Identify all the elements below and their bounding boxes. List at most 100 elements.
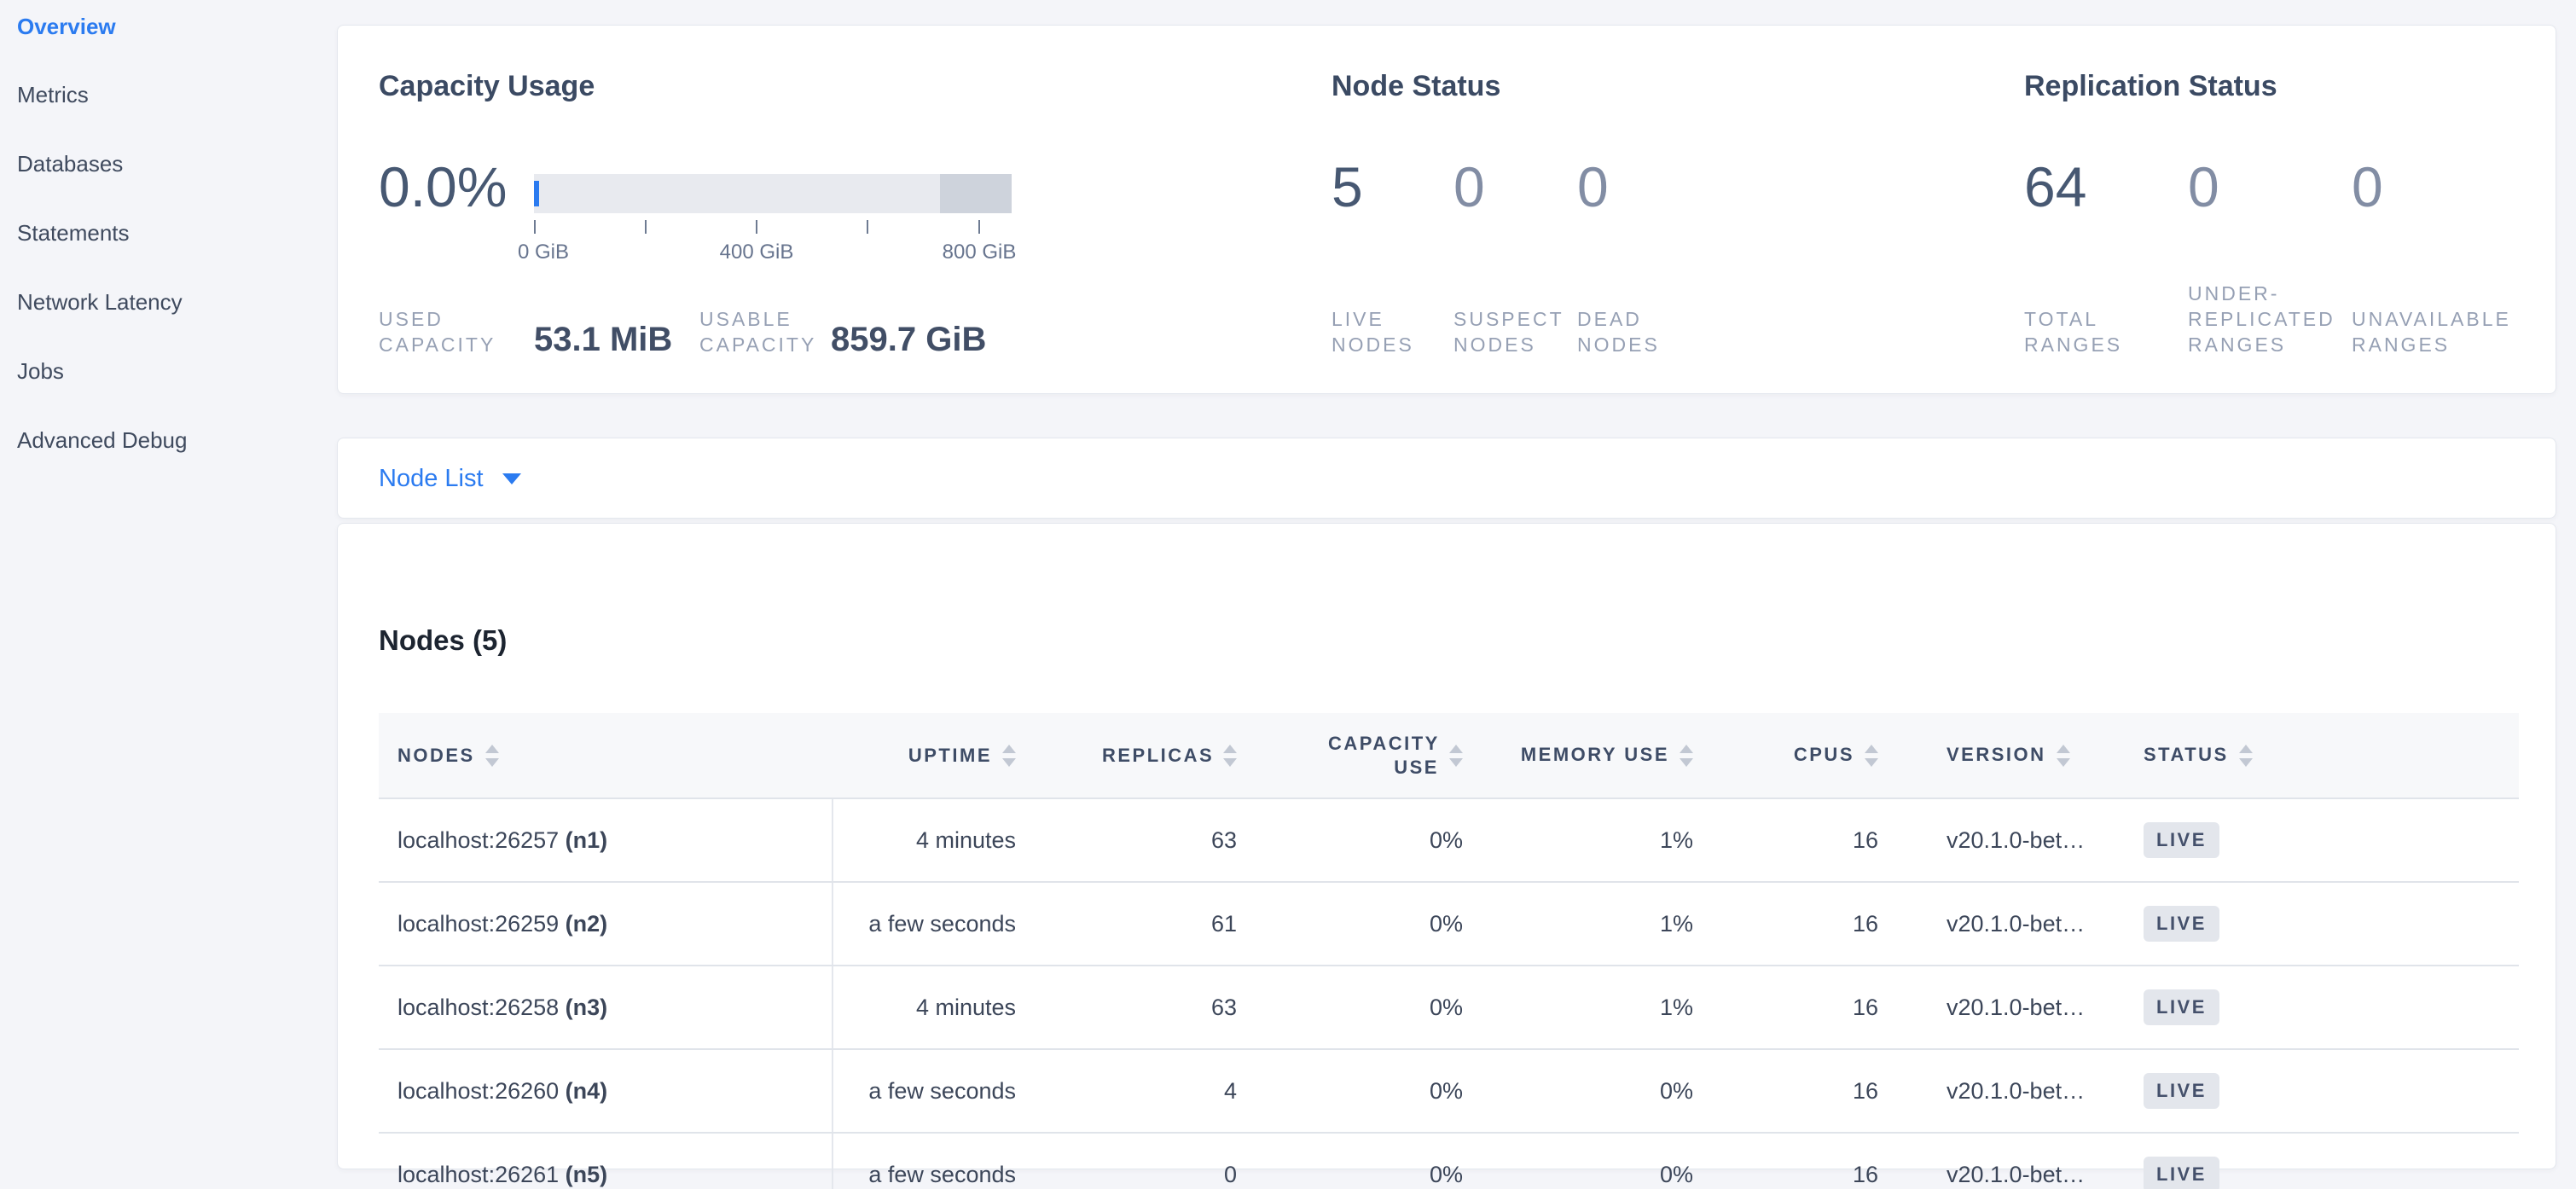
node-address: localhost:26260 xyxy=(397,1078,559,1104)
axis-tick xyxy=(978,220,980,234)
sidebar-item-jobs[interactable]: Jobs xyxy=(17,358,64,385)
unavailable-ranges-count: 0 xyxy=(2352,159,2383,215)
column-header-status[interactable]: STATUS xyxy=(2104,713,2300,798)
sidebar-item-databases[interactable]: Databases xyxy=(17,151,123,177)
axis-tick xyxy=(867,220,868,234)
node-address-cell: localhost:26258 (n3) xyxy=(379,966,833,1049)
live-nodes-label: LIVE NODES xyxy=(1332,306,1453,357)
column-label: VERSION xyxy=(1947,744,2046,765)
table-header-row: NODES UPTIME REPLICAS CAPACITY USE MEMOR… xyxy=(379,713,2519,798)
table-row[interactable]: localhost:26258 (n3) 4 minutes 63 0% 1% … xyxy=(379,966,2519,1049)
suspect-nodes-label: SUSPECT NODES xyxy=(1453,306,1577,357)
capacity-usage-title: Capacity Usage xyxy=(379,70,595,103)
used-capacity-label: USED CAPACITY xyxy=(379,306,528,357)
sort-icon[interactable] xyxy=(1449,745,1463,767)
replicas-cell: 63 xyxy=(1016,798,1237,882)
node-address: localhost:26258 xyxy=(397,995,559,1020)
node-address-cell: localhost:26259 (n2) xyxy=(379,882,833,966)
view-selector-label: Node List xyxy=(379,465,484,493)
node-status-title: Node Status xyxy=(1332,70,1500,103)
axis-label-800: 800 GiB xyxy=(943,241,1017,264)
status-badge: LIVE xyxy=(2144,1073,2219,1109)
column-label: NODES xyxy=(397,744,475,768)
capacity-use-cell: 0% xyxy=(1237,966,1463,1049)
node-id: (n2) xyxy=(566,911,608,937)
column-label: CPUS xyxy=(1794,744,1854,765)
column-label: CAPACITY USE xyxy=(1328,732,1439,780)
uptime-cell: a few seconds xyxy=(833,1049,1016,1133)
view-selector-dropdown[interactable]: Node List xyxy=(379,438,521,519)
nodes-table: NODES UPTIME REPLICAS CAPACITY USE MEMOR… xyxy=(379,713,2519,1189)
axis-tick xyxy=(756,220,757,234)
axis-label-400: 400 GiB xyxy=(720,241,794,264)
uptime-cell: a few seconds xyxy=(833,1133,1016,1189)
sidebar-item-advanced-debug[interactable]: Advanced Debug xyxy=(17,427,187,454)
total-ranges-label: TOTAL RANGES xyxy=(2024,306,2144,357)
filler-cell xyxy=(2300,798,2519,882)
version-cell: v20.1.0-bet… xyxy=(1878,1133,2104,1189)
axis-tick xyxy=(645,220,647,234)
uptime-cell: 4 minutes xyxy=(833,798,1016,882)
replicas-cell: 61 xyxy=(1016,882,1237,966)
suspect-nodes-count: 0 xyxy=(1453,159,1485,215)
capacity-gauge-dark-segment xyxy=(940,174,1012,213)
node-address-cell: localhost:26260 (n4) xyxy=(379,1049,833,1133)
column-label: UPTIME xyxy=(908,744,992,768)
live-nodes-count: 5 xyxy=(1332,159,1363,215)
capacity-use-cell: 0% xyxy=(1237,1133,1463,1189)
status-badge: LIVE xyxy=(2144,906,2219,942)
chevron-down-icon xyxy=(502,473,521,484)
sort-icon[interactable] xyxy=(2239,745,2253,767)
under-replicated-ranges-label: UNDER-REPLICATED RANGES xyxy=(2188,281,2340,357)
table-row[interactable]: localhost:26259 (n2) a few seconds 61 0%… xyxy=(379,882,2519,966)
sidebar-item-metrics[interactable]: Metrics xyxy=(17,82,89,108)
filler-cell xyxy=(2300,1133,2519,1189)
uptime-cell: a few seconds xyxy=(833,882,1016,966)
sidebar-item-overview[interactable]: Overview xyxy=(17,14,116,40)
total-ranges-count: 64 xyxy=(2024,159,2086,215)
column-header-cpus[interactable]: CPUS xyxy=(1693,713,1878,798)
column-header-replicas[interactable]: REPLICAS xyxy=(1016,713,1237,798)
sort-icon[interactable] xyxy=(485,745,499,767)
dead-nodes-label: DEAD NODES xyxy=(1577,306,1688,357)
memory-use-cell: 0% xyxy=(1463,1133,1693,1189)
node-id: (n4) xyxy=(566,1078,608,1104)
filler-cell xyxy=(2300,882,2519,966)
sort-icon[interactable] xyxy=(1002,745,1016,767)
capacity-gauge-used-marker xyxy=(534,181,539,206)
sidebar-item-statements[interactable]: Statements xyxy=(17,220,130,246)
memory-use-cell: 1% xyxy=(1463,882,1693,966)
replicas-cell: 0 xyxy=(1016,1133,1237,1189)
column-label: REPLICAS xyxy=(1102,744,1213,768)
status-cell: LIVE xyxy=(2104,798,2300,882)
memory-use-cell: 1% xyxy=(1463,966,1693,1049)
table-row[interactable]: localhost:26260 (n4) a few seconds 4 0% … xyxy=(379,1049,2519,1133)
dead-nodes-count: 0 xyxy=(1577,159,1609,215)
cpus-cell: 16 xyxy=(1693,882,1878,966)
cluster-summary-card: Capacity Usage 0.0% 0 GiB 400 GiB 800 Gi… xyxy=(337,25,2556,394)
version-cell: v20.1.0-bet… xyxy=(1878,1049,2104,1133)
node-id: (n3) xyxy=(566,995,608,1020)
column-header-version[interactable]: VERSION xyxy=(1878,713,2104,798)
column-header-uptime[interactable]: UPTIME xyxy=(833,713,1016,798)
replicas-cell: 63 xyxy=(1016,966,1237,1049)
capacity-used-percent: 0.0% xyxy=(379,159,507,215)
sort-icon[interactable] xyxy=(1680,745,1693,767)
column-header-nodes[interactable]: NODES xyxy=(379,713,833,798)
memory-use-cell: 1% xyxy=(1463,798,1693,882)
sidebar-item-network-latency[interactable]: Network Latency xyxy=(17,289,183,316)
column-header-capacity-use[interactable]: CAPACITY USE xyxy=(1237,713,1463,798)
column-header-memory-use[interactable]: MEMORY USE xyxy=(1463,713,1693,798)
filler-cell xyxy=(2300,966,2519,1049)
node-address-cell: localhost:26261 (n5) xyxy=(379,1133,833,1189)
capacity-use-cell: 0% xyxy=(1237,1049,1463,1133)
table-row[interactable]: localhost:26257 (n1) 4 minutes 63 0% 1% … xyxy=(379,798,2519,882)
sort-icon[interactable] xyxy=(2057,745,2070,767)
uptime-cell: 4 minutes xyxy=(833,966,1016,1049)
sort-icon[interactable] xyxy=(1865,745,1878,767)
memory-use-cell: 0% xyxy=(1463,1049,1693,1133)
capacity-gauge-bar xyxy=(534,174,1012,213)
table-row[interactable]: localhost:26261 (n5) a few seconds 0 0% … xyxy=(379,1133,2519,1189)
column-label: MEMORY USE xyxy=(1521,744,1669,765)
sort-icon[interactable] xyxy=(1223,745,1237,767)
